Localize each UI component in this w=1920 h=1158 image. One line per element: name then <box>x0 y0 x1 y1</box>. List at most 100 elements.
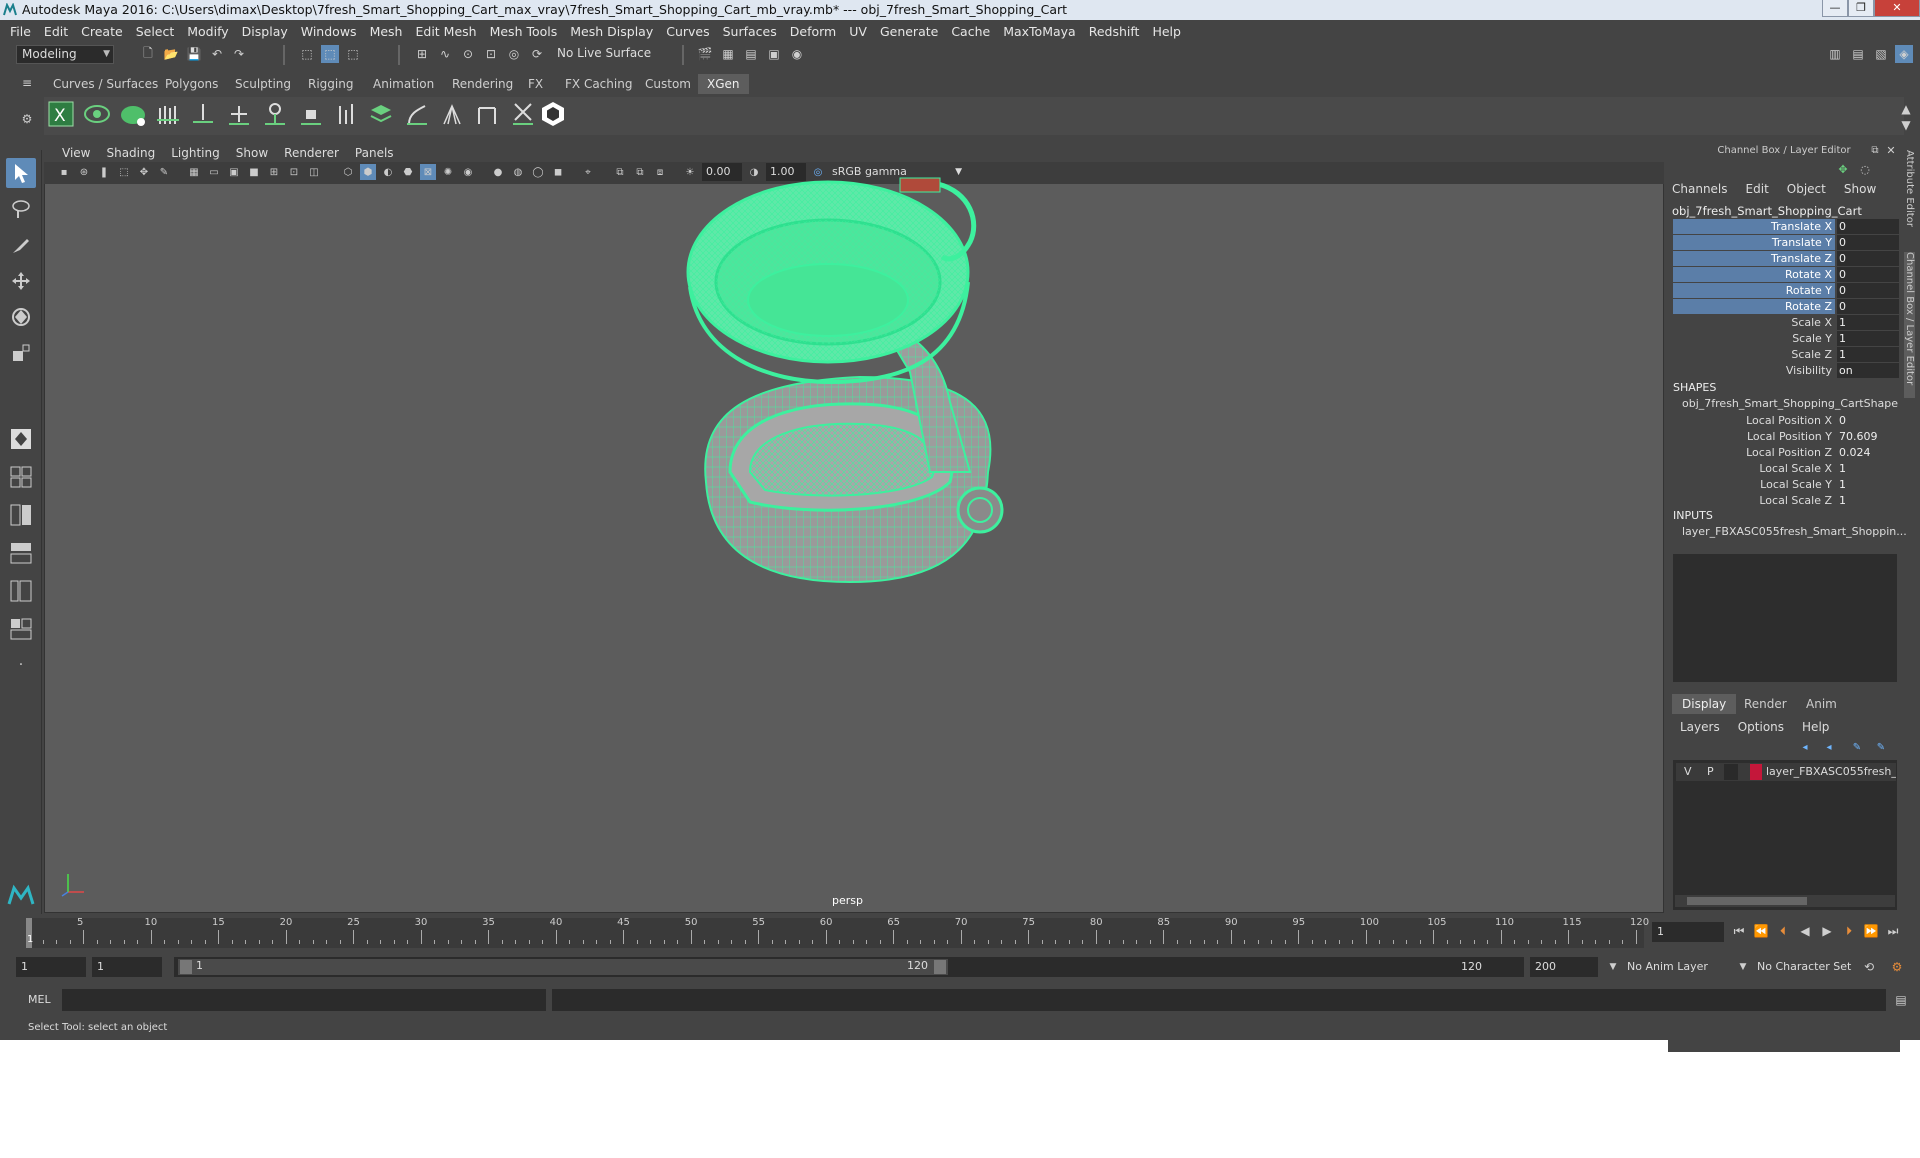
vp-menu-panels[interactable]: Panels <box>355 146 394 160</box>
xgen-bend-icon[interactable] <box>402 99 432 129</box>
xgen-cut-icon[interactable] <box>472 99 502 129</box>
menu-uv[interactable]: UV <box>849 24 867 39</box>
xray-icon[interactable]: ⊠ <box>420 164 436 180</box>
xgen-sculpt-guide-icon[interactable] <box>260 99 290 129</box>
snap-live-icon[interactable]: ⟳ <box>528 45 546 63</box>
gate-mask-icon[interactable]: ■ <box>246 164 262 180</box>
menu-select[interactable]: Select <box>136 24 175 39</box>
shelf-scroll-down-icon[interactable]: ▼ <box>1897 116 1915 134</box>
camera-select-icon[interactable]: ▪ <box>56 164 72 180</box>
input-node-name[interactable]: layer_FBXASC055fresh_Smart_Shoppin... <box>1682 525 1907 538</box>
layer-reference-toggle[interactable] <box>1724 764 1738 780</box>
snap-view-icon[interactable]: ⊡ <box>482 45 500 63</box>
chevron-down-icon[interactable]: ▼ <box>1734 958 1752 976</box>
use-all-lights-icon[interactable]: ✺ <box>440 164 456 180</box>
xgen-preview-icon[interactable] <box>82 99 112 129</box>
speed-icon[interactable]: ◌ <box>1856 160 1874 178</box>
new-scene-icon[interactable]: 🗋 <box>139 45 157 63</box>
playback-end-field[interactable]: 120 <box>1456 957 1524 977</box>
rotate-tool-icon[interactable] <box>6 302 36 332</box>
new-empty-layer-icon[interactable]: ✎ <box>1848 738 1866 756</box>
play-forwards-icon[interactable]: ▶ <box>1818 922 1836 940</box>
channel-scale-y[interactable]: Scale Y 1 <box>1673 331 1899 346</box>
menu-modify[interactable]: Modify <box>187 24 228 39</box>
go-to-end-icon[interactable]: ⏭ <box>1884 922 1902 940</box>
anim-layer-dropdown[interactable]: No Anim Layer <box>1622 957 1732 977</box>
channel-value[interactable]: 1 <box>1837 347 1899 362</box>
tab-rendering[interactable]: Rendering <box>443 74 522 94</box>
xgen-noise-icon[interactable] <box>508 99 538 129</box>
menu-windows[interactable]: Windows <box>301 24 357 39</box>
toggle-tool-settings-icon[interactable]: ▧ <box>1872 45 1890 63</box>
xray-active-icon[interactable]: ⧉ <box>632 164 648 180</box>
attr-value[interactable]: 1 <box>1837 461 1899 476</box>
tab-polygons[interactable]: Polygons <box>156 74 227 94</box>
animation-preferences-icon[interactable]: ⚙ <box>1888 958 1906 976</box>
channel-value[interactable]: 0 <box>1837 283 1899 298</box>
menu-curves[interactable]: Curves <box>666 24 709 39</box>
workspace-icon[interactable]: ▥ <box>1826 45 1844 63</box>
menu-mesh[interactable]: Mesh <box>370 24 403 39</box>
maximize-button[interactable]: ❐ <box>1848 0 1874 17</box>
shelf-settings-icon[interactable]: ⚙ <box>18 110 36 128</box>
grease-pencil-icon[interactable]: ✎ <box>156 164 172 180</box>
attr-value[interactable]: 1 <box>1837 493 1899 508</box>
channel-value[interactable]: 1 <box>1837 331 1899 346</box>
snap-surface-icon[interactable]: ◎ <box>505 45 523 63</box>
menu-surfaces[interactable]: Surfaces <box>723 24 777 39</box>
vp-menu-shading[interactable]: Shading <box>106 146 155 160</box>
channel-translate-x[interactable]: Translate X0 <box>1673 219 1899 234</box>
xray-joints-icon[interactable]: ⧉ <box>612 164 628 180</box>
play-backwards-icon[interactable]: ◀ <box>1796 922 1814 940</box>
camera-sync-icon[interactable]: ⧈ <box>652 164 668 180</box>
vp-menu-lighting[interactable]: Lighting <box>171 146 220 160</box>
depth-of-field-icon[interactable]: ◼ <box>550 164 566 180</box>
menu-help[interactable]: Help <box>1152 24 1181 39</box>
command-input[interactable] <box>62 989 546 1011</box>
menuset-dropdown[interactable]: Modeling ▼ <box>16 45 114 64</box>
xgen-create-description-icon[interactable] <box>118 99 148 129</box>
tab-curves-surfaces[interactable]: Curves / Surfaces <box>44 74 167 94</box>
xgen-guide-length-icon[interactable] <box>331 99 361 129</box>
snap-curve-icon[interactable]: ∿ <box>436 45 454 63</box>
channel-translate-y[interactable]: Translate Y0 <box>1673 235 1899 250</box>
screen-space-ao-icon[interactable]: ● <box>490 164 506 180</box>
xgen-editor-icon[interactable]: X <box>46 99 76 129</box>
menu-create[interactable]: Create <box>81 24 123 39</box>
xgen-lock-guide-icon[interactable] <box>296 99 326 129</box>
cb-menu-channels[interactable]: Channels <box>1672 182 1728 196</box>
manipulator-icon[interactable]: ✥ <box>1834 160 1852 178</box>
channel-value[interactable]: 0 <box>1837 219 1899 234</box>
channel-value[interactable]: 1 <box>1837 315 1899 330</box>
menu-maxtomaya[interactable]: MaxToMaya <box>1003 24 1076 39</box>
wireframe-on-shaded-icon[interactable]: ⬣ <box>400 164 416 180</box>
select-component-icon[interactable]: ⬚ <box>344 45 362 63</box>
cb-menu-edit[interactable]: Edit <box>1746 182 1769 196</box>
tab-fx-caching[interactable]: FX Caching <box>556 74 641 94</box>
tab-xgen[interactable]: XGen <box>698 74 749 94</box>
snap-point-icon[interactable]: ⊙ <box>459 45 477 63</box>
layout-stacked-icon[interactable] <box>6 538 36 568</box>
tab-rigging[interactable]: Rigging <box>299 74 362 94</box>
range-start-handle[interactable] <box>180 960 192 974</box>
film-gate-icon[interactable]: ▭ <box>206 164 222 180</box>
channel-rotate-x[interactable]: Rotate X0 <box>1673 267 1899 282</box>
toggle-channel-box-icon[interactable]: ▤ <box>1849 45 1867 63</box>
undo-icon[interactable]: ↶ <box>208 45 226 63</box>
ipr-render-icon[interactable]: ▦ <box>719 45 737 63</box>
channel-value[interactable]: 0 <box>1837 267 1899 282</box>
menu-mesh-tools[interactable]: Mesh Tools <box>490 24 558 39</box>
layer-playback-toggle[interactable]: P <box>1707 765 1714 778</box>
channel-visibility[interactable]: Visibility on <box>1673 363 1899 378</box>
select-tool-icon[interactable] <box>6 158 36 188</box>
xgen-layers-icon[interactable] <box>366 99 396 129</box>
menu-generate[interactable]: Generate <box>880 24 938 39</box>
step-forward-key-icon[interactable]: ⏵ <box>1840 922 1858 940</box>
layer-color-swatch[interactable] <box>1750 764 1762 780</box>
safe-action-icon[interactable]: ⊡ <box>286 164 302 180</box>
tab-animation[interactable]: Animation <box>364 74 443 94</box>
layer-tab-anim[interactable]: Anim <box>1796 694 1847 714</box>
range-slider-bar[interactable]: 1 120 <box>178 959 948 975</box>
channel-value[interactable]: 0 <box>1837 235 1899 250</box>
xgen-add-guide-icon[interactable] <box>224 99 254 129</box>
